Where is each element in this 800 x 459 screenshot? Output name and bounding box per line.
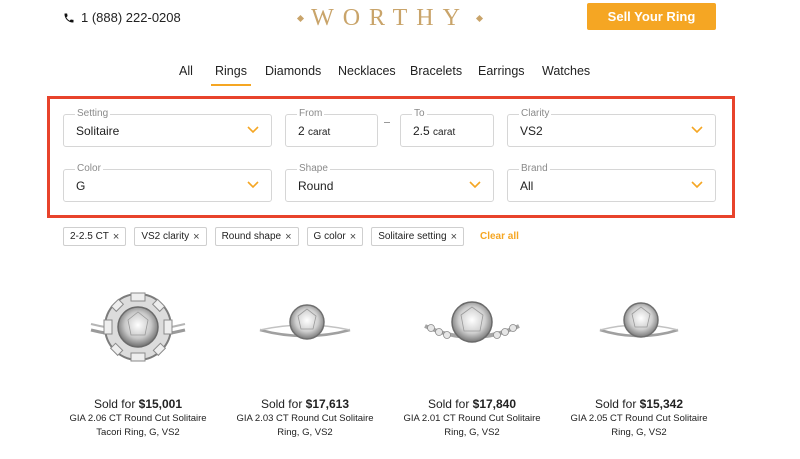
clarity-value: VS2	[520, 124, 543, 138]
range-separator	[384, 122, 390, 123]
product-card[interactable]: Sold for $15,001 GIA 2.06 CT Round Cut S…	[63, 280, 213, 439]
setting-label: Setting	[75, 108, 111, 120]
product-title-line-2: Tacori Ring, G, VS2	[96, 427, 180, 438]
clear-all-link[interactable]: Clear all	[480, 231, 519, 242]
shape-value: Round	[298, 179, 334, 193]
filter-chip[interactable]: Solitaire setting ×	[371, 227, 464, 246]
category-tabs: All Rings Diamonds Necklaces Bracelets E…	[0, 63, 800, 87]
carat-from-input[interactable]: From 2 carat	[285, 108, 378, 147]
brand-value: All	[520, 179, 534, 193]
sold-price: Sold for $17,613	[260, 397, 350, 411]
close-icon[interactable]: ×	[350, 231, 356, 242]
chevron-down-icon	[691, 126, 703, 134]
tab-watches[interactable]: Watches	[542, 63, 590, 79]
shape-select[interactable]: Shape Round	[285, 163, 494, 202]
close-icon[interactable]: ×	[113, 231, 119, 242]
chevron-down-icon	[247, 181, 259, 189]
logo-diamond-icon	[475, 14, 483, 22]
product-card[interactable]: Sold for $17,613 GIA 2.03 CT Round Cut S…	[230, 280, 380, 439]
product-card[interactable]: Sold for $15,342 GIA 2.05 CT Round Cut S…	[564, 280, 714, 439]
color-select[interactable]: Color G	[63, 163, 272, 202]
active-filter-chips: 2-2.5 CT × VS2 clarity × Round shape × G co…	[63, 227, 519, 246]
product-title-line-1: GIA 2.03 CT Round Cut Solitaire	[236, 413, 374, 424]
color-label: Color	[75, 163, 103, 175]
product-title-line-2: Ring, G, VS2	[277, 427, 333, 438]
color-value: G	[76, 179, 86, 193]
logo-text: WORTHY	[311, 4, 469, 31]
close-icon[interactable]: ×	[285, 231, 291, 242]
ring-image	[599, 302, 679, 338]
product-title-line-1: GIA 2.06 CT Round Cut Solitaire	[69, 413, 207, 424]
tab-necklaces[interactable]: Necklaces	[338, 63, 396, 79]
ring-image	[424, 301, 520, 343]
brand-select[interactable]: Brand All	[507, 163, 716, 202]
sold-price: Sold for $17,840	[427, 397, 517, 411]
tab-rings[interactable]: Rings	[211, 63, 251, 86]
filter-chip[interactable]: Round shape ×	[214, 227, 299, 246]
from-label: From	[297, 108, 325, 120]
sold-price: Sold for $15,342	[594, 397, 684, 411]
tab-all[interactable]: All	[179, 63, 193, 79]
product-title-line-2: Ring, G, VS2	[611, 427, 667, 438]
chevron-down-icon	[691, 181, 703, 189]
chevron-down-icon	[247, 126, 259, 134]
tab-bracelets[interactable]: Bracelets	[410, 63, 462, 79]
close-icon[interactable]: ×	[193, 231, 199, 242]
filter-chip[interactable]: VS2 clarity ×	[134, 227, 207, 246]
product-title-line-1: GIA 2.05 CT Round Cut Solitaire	[570, 413, 708, 424]
logo-diamond-icon	[297, 14, 305, 22]
clarity-label: Clarity	[519, 108, 552, 120]
sell-your-ring-button[interactable]: Sell Your Ring	[587, 3, 716, 30]
ring-image	[90, 292, 186, 362]
filter-chip[interactable]: 2-2.5 CT ×	[63, 227, 127, 246]
phone-icon	[64, 13, 74, 22]
product-card[interactable]: Sold for $17,840 GIA 2.01 CT Round Cut S…	[397, 280, 547, 439]
logo[interactable]: WORTHY	[295, 4, 485, 32]
filter-chip[interactable]: G color ×	[306, 227, 364, 246]
tab-diamonds[interactable]: Diamonds	[265, 63, 321, 79]
ring-image	[259, 304, 351, 340]
product-title-line-1: GIA 2.01 CT Round Cut Solitaire	[403, 413, 541, 424]
clarity-select[interactable]: Clarity VS2	[507, 108, 716, 147]
to-label: To	[412, 108, 427, 120]
to-value: 2.5 carat	[413, 124, 456, 138]
shape-label: Shape	[297, 163, 330, 175]
chevron-down-icon	[469, 181, 481, 189]
setting-select[interactable]: Setting Solitaire	[63, 108, 272, 147]
brand-label: Brand	[519, 163, 550, 175]
product-title-line-2: Ring, G, VS2	[444, 427, 500, 438]
setting-value: Solitaire	[76, 124, 120, 138]
tab-earrings[interactable]: Earrings	[478, 63, 525, 79]
phone-text: 1 (888) 222-0208	[81, 10, 181, 25]
carat-to-input[interactable]: To 2.5 carat	[400, 108, 494, 147]
phone-number[interactable]: 1 (888) 222-0208	[63, 10, 181, 25]
sold-price: Sold for $15,001	[93, 397, 183, 411]
close-icon[interactable]: ×	[451, 231, 457, 242]
from-value: 2 carat	[298, 124, 331, 138]
